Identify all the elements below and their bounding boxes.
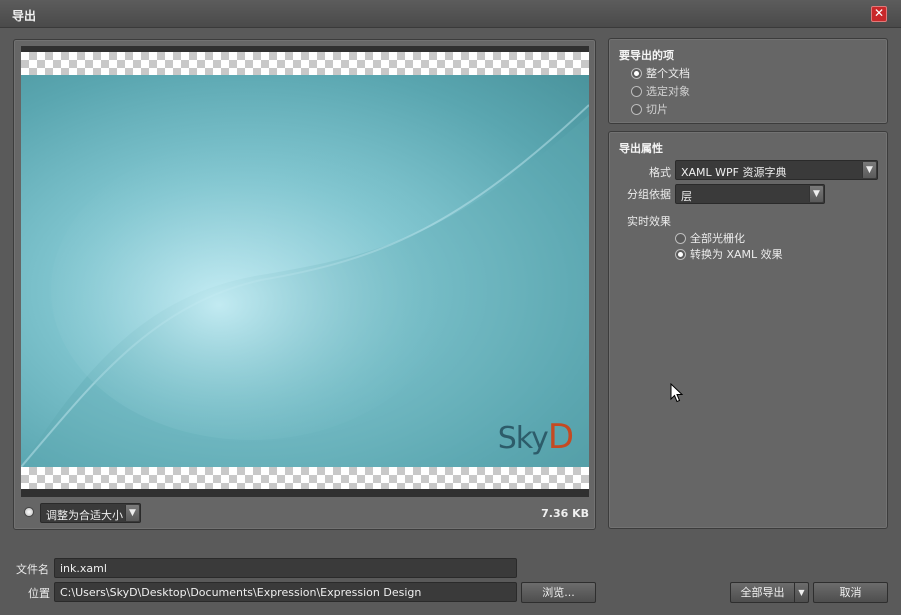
radio-unchecked-icon[interactable] [631,103,642,115]
browse-button-label: 浏览... [542,586,575,599]
export-all-button-label: 全部导出 [740,586,785,599]
format-select[interactable]: XAML WPF 资源字典 ▼ [675,160,878,180]
radio-checked-icon[interactable] [631,67,642,79]
radio-label: 整个文档 [646,67,690,80]
wave-graphic [21,104,589,467]
export-items-title: 要导出的项 [619,49,674,62]
cancel-button-label: 取消 [839,586,862,599]
zoom-select[interactable]: 调整为合适大小 ▼ [40,503,141,523]
radio-unchecked-icon[interactable] [631,85,642,97]
radio-unchecked-icon[interactable] [675,232,686,244]
radio-label: 转换为 XAML 效果 [690,248,783,261]
radio-slices[interactable]: 切片 [631,101,668,117]
title-bar: 导出 ✕ [0,0,901,28]
chevron-down-icon[interactable]: ▼ [862,162,876,178]
filename-input[interactable]: ink.xaml [54,558,517,578]
preview-image: SkyD [21,75,589,467]
location-label: 位置 [28,587,50,600]
zoom-indicator-icon[interactable] [24,507,34,517]
radio-rasterize-all[interactable]: 全部光栅化 [675,230,745,246]
file-size-label: 7.36 KB [541,507,589,520]
chevron-down-icon[interactable]: ▼ [125,505,139,521]
format-label: 格式 [649,166,671,179]
format-select-value: XAML WPF 资源字典 [681,166,787,179]
transparency-checker-bottom [21,467,589,497]
radio-checked-icon[interactable] [675,248,686,260]
export-properties-panel: 导出属性 格式 XAML WPF 资源字典 ▼ 分组依据 层 ▼ 实时效果 全部… [608,131,888,529]
filename-value: ink.xaml [60,562,107,575]
zoom-row: 调整为合适大小 ▼ 7.36 KB [24,502,589,524]
mouse-cursor-icon [670,383,684,403]
radio-convert-xaml-effects[interactable]: 转换为 XAML 效果 [675,246,783,262]
cancel-button[interactable]: 取消 [813,582,888,603]
zoom-select-value: 调整为合适大小 [46,509,123,522]
radio-label: 全部光栅化 [690,232,745,245]
filename-label: 文件名 [16,563,49,576]
browse-button[interactable]: 浏览... [521,582,596,603]
skyd-logo: SkyD [497,417,574,457]
export-items-panel: 要导出的项 整个文档 选定对象 切片 [608,38,888,124]
chevron-down-icon[interactable]: ▼ [794,583,808,602]
radio-label: 切片 [646,103,668,116]
export-all-button[interactable]: 全部导出 ▼ [730,582,809,603]
live-effects-label: 实时效果 [627,215,671,228]
close-button[interactable]: ✕ [871,6,887,22]
preview-panel: SkyD 调整为合适大小 ▼ 7.36 KB [13,39,596,530]
group-by-select-value: 层 [681,190,692,203]
radio-entire-document[interactable]: 整个文档 [631,65,690,81]
export-properties-title: 导出属性 [619,142,663,155]
group-by-label: 分组依据 [627,188,671,201]
radio-label: 选定对象 [646,85,690,98]
window-title: 导出 [12,9,37,23]
logo-text-sky: Sky [497,421,549,456]
chevron-down-icon[interactable]: ▼ [809,186,823,202]
group-by-select[interactable]: 层 ▼ [675,184,825,204]
transparency-checker-top [21,46,589,75]
location-input[interactable]: C:\Users\SkyD\Desktop\Documents\Expressi… [54,582,517,602]
close-icon: ✕ [873,6,885,20]
logo-text-d: D [547,417,574,457]
location-value: C:\Users\SkyD\Desktop\Documents\Expressi… [60,586,422,599]
radio-selected-objects[interactable]: 选定对象 [631,83,690,99]
